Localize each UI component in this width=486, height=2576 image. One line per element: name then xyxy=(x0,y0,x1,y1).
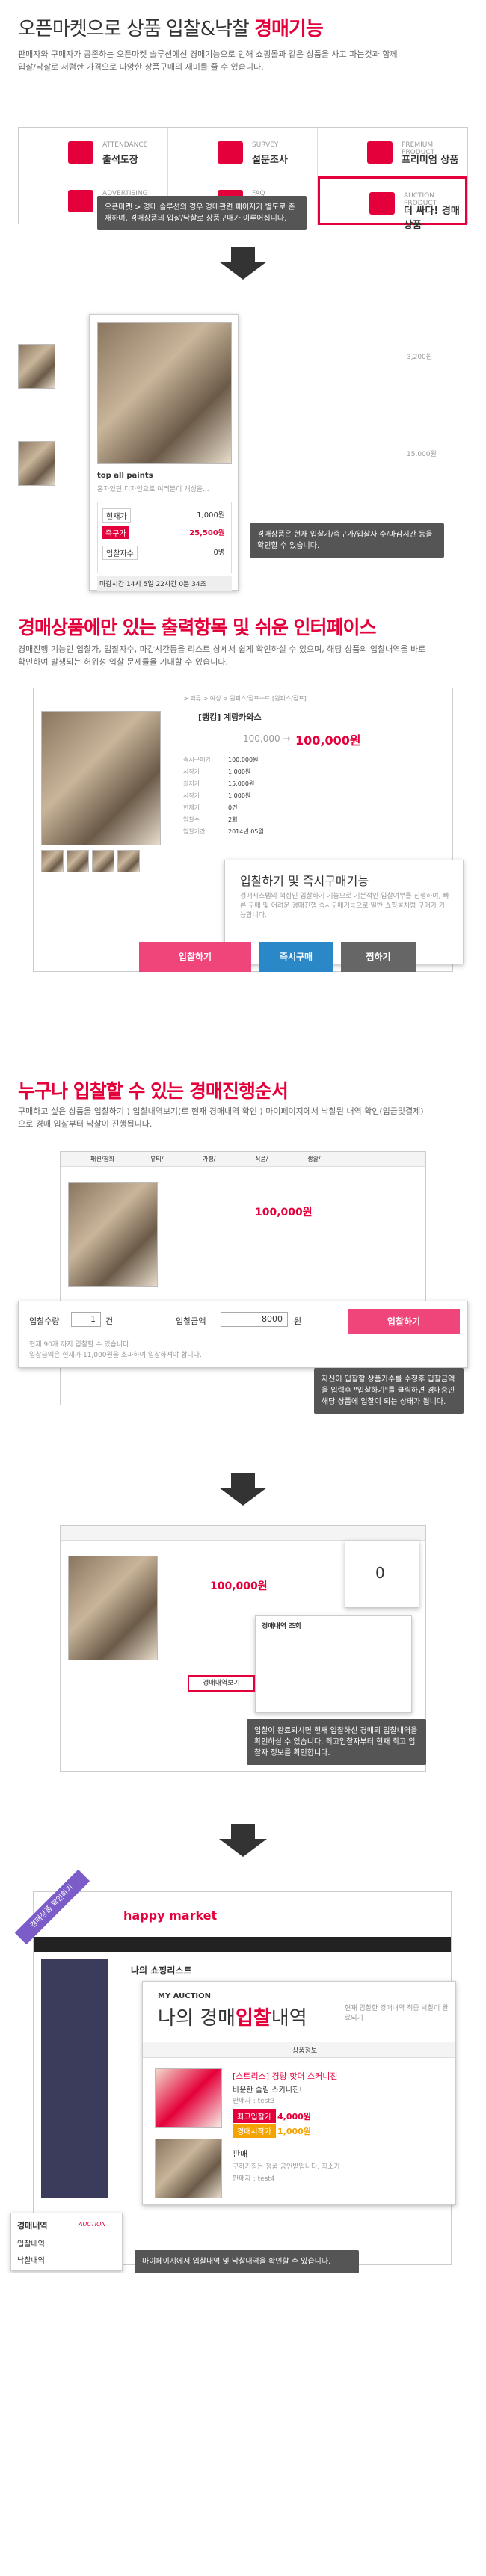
buy-now-button[interactable]: 즉시구매 xyxy=(259,942,333,972)
history-button[interactable]: 경매내역보기 xyxy=(188,1675,255,1692)
category-nav: 패션/잡화 뷰티/ 가정/ 식품/ 생활/ xyxy=(61,1152,425,1167)
step4-tooltip: 입찰이 완료되시면 현재 입찰하신 경매의 입찰내역을 확인하실 수 있습니다.… xyxy=(247,1719,426,1765)
bid-submit-button[interactable]: 입찰하기 xyxy=(348,1309,460,1334)
remain-time: 마감시간 14시 5일 22시간 0분 34초 xyxy=(97,576,232,591)
premium-icon xyxy=(367,141,393,164)
intro-desc: 판매자와 구매자가 공존하는 오픈마켓 솔루션에선 경매기능으로 인해 쇼핑몰과… xyxy=(18,49,398,72)
product-sub: 혼자있던 디자인으로 여러분이 개성을... xyxy=(97,486,209,493)
menu-tooltip: 오픈마켓 > 경매 솔루션의 경우 경매관련 페이지가 별도로 존재하며, 경매… xyxy=(97,196,307,230)
quantity-input[interactable]: 1 xyxy=(71,1312,101,1327)
intro-section: 오픈마켓으로 상품 입찰&낙찰 경매기능 판매자와 구매자가 공존하는 오픈마켓… xyxy=(0,0,486,127)
bid-form: 입찰수량 1 건 입찰금액 8000 원 입찰하기 현재 90개 까지 입찰할 … xyxy=(18,1301,468,1368)
page: 오픈마켓으로 상품 입찰&낙찰 경매기능 판매자와 구매자가 공존하는 오픈마켓… xyxy=(0,0,486,2576)
step2-heading: 경매상품에만 있는 출력항목 및 쉬운 인터페이스 xyxy=(18,617,377,638)
auction-p-icon xyxy=(369,192,395,215)
menu-survey[interactable]: SURVEY 설문조사 xyxy=(168,128,318,176)
down-arrow-icon xyxy=(219,247,267,280)
side-thumb xyxy=(18,441,55,486)
step1-screenshot: top all paints 혼자있던 디자인으로 여러분이 개성을... 현재… xyxy=(18,299,468,591)
tv-icon xyxy=(68,190,93,212)
product-card[interactable]: top all paints 혼자있던 디자인으로 여러분이 개성을... 현재… xyxy=(89,314,239,591)
down-arrow-icon xyxy=(219,1473,267,1506)
step3-desc: 구매하고 싶은 상품을 입찰하기 ) 입찰내역보기(로 현재 경매내역 확인 )… xyxy=(18,1106,424,1129)
calendar-icon xyxy=(68,141,93,164)
product-image xyxy=(97,322,232,464)
history-popup: 경매내역 조회 xyxy=(255,1615,412,1713)
step2-desc: 경매진행 기능인 입찰가, 입찰자수, 마감시간등을 리스트 상세서 쉽게 확인… xyxy=(18,644,426,667)
side-thumb xyxy=(18,344,55,389)
mypage-menu: 경매내역 AUCTION 입찰내역 낙찰내역 xyxy=(10,2213,123,2271)
step5-tooltip: 마이페이지에서 입찰내역 및 낙찰내역을 확인할 수 있습니다. xyxy=(135,2250,359,2273)
popup-count: 0 xyxy=(345,1541,419,1608)
step3-tooltip: 자신이 입찰할 상품가수를 수정후 입찰금액을 입력후 "입찰하기"를 클릭하면… xyxy=(314,1368,464,1414)
mypage-sidebar xyxy=(41,1959,108,2198)
page-title: 오픈마켓으로 상품 입찰&낙찰 경매기능 xyxy=(18,18,324,40)
step1-tooltip: 경매상품은 현재 입찰가/즉구가/입찰자 수/마감시간 등을 확인할 수 있습니… xyxy=(250,523,444,558)
product-name: top all paints xyxy=(97,472,153,480)
wish-button[interactable]: 찜하기 xyxy=(341,942,416,972)
brand-logo: happy market xyxy=(123,1908,218,1923)
my-auction-panel: MY AUCTION 나의 경매입찰내역 현재 입찰한 경매내역 최종 낙찰이 … xyxy=(142,1981,456,2205)
main-nav xyxy=(34,1937,451,1952)
bid-button[interactable]: 입찰하기 xyxy=(139,942,251,972)
menu-attendance[interactable]: ATTENDANCE 출석도장 xyxy=(19,128,168,176)
step3-heading: 누구나 입찰할 수 있는 경매진행순서 xyxy=(18,1080,289,1102)
price-box: 현재가 1,000원 즉구가 25,500원 입찰자수 0명 xyxy=(97,502,232,573)
item-image xyxy=(155,2068,222,2128)
menu-auction[interactable]: AUCTION PRODUCT 더 싸다! 경매상품 xyxy=(318,176,467,231)
chart-icon xyxy=(218,141,243,164)
bid-panel-title: 입찰하기 및 즉시구매기능 xyxy=(240,874,369,888)
amount-input[interactable]: 8000 xyxy=(221,1312,288,1327)
product-image xyxy=(41,711,161,845)
down-arrow-icon xyxy=(219,1824,267,1857)
menu-premium[interactable]: PREMIUM PRODUCT 프리미엄 상품 xyxy=(318,128,467,176)
